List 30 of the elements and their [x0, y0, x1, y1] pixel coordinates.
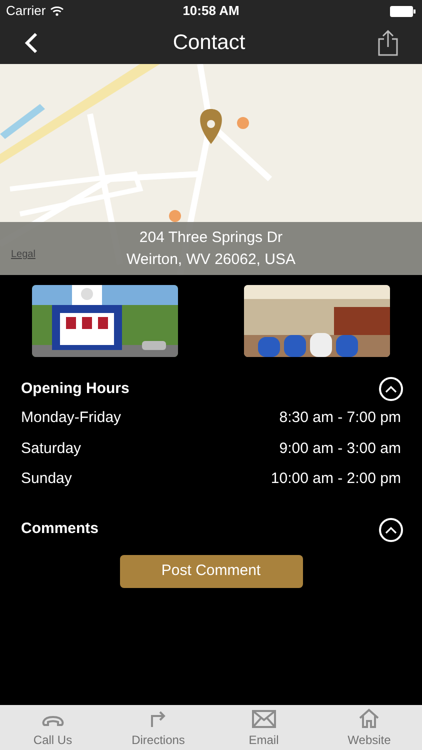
clock: 10:58 AM [182, 2, 240, 20]
phone-icon [40, 714, 65, 728]
back-button[interactable] [24, 31, 40, 55]
hours-label: 9:00 am - 3:00 am [279, 438, 401, 458]
page-title: Contact [172, 30, 246, 56]
tab-bar-item[interactable]: Email [211, 705, 316, 750]
tab-bar-item[interactable]: Call Us [0, 705, 106, 750]
house-icon [358, 708, 380, 728]
section-title: Opening Hours [21, 378, 130, 399]
wifi-icon [50, 6, 64, 16]
day-label: Saturday [21, 438, 82, 458]
address-line: 204 Three Springs Dr [139, 228, 283, 248]
day-label: Monday-Friday [21, 408, 122, 428]
envelope-icon [252, 710, 276, 728]
carrier-label: Carrier [6, 2, 46, 20]
collapse-button[interactable] [379, 518, 403, 542]
section-title: Comments [21, 519, 99, 540]
chevron-up-icon [385, 526, 397, 534]
tab-bar-item[interactable]: Directions [106, 705, 211, 750]
address-line: Weirton, WV 26062, USA [126, 250, 296, 270]
day-label: Sunday [21, 469, 72, 489]
collapse-button[interactable] [379, 377, 403, 401]
share-button[interactable] [378, 30, 398, 56]
hours-label: 8:30 am - 7:00 pm [279, 408, 401, 428]
battery-icon [390, 6, 416, 16]
tab-bar-item[interactable]: Website [316, 705, 422, 750]
legal-link[interactable]: Legal [11, 244, 36, 266]
hours-label: 10:00 am - 2:00 pm [270, 469, 401, 489]
post-comment-button[interactable]: Post Comment [120, 554, 302, 588]
chevron-up-icon [385, 385, 397, 393]
